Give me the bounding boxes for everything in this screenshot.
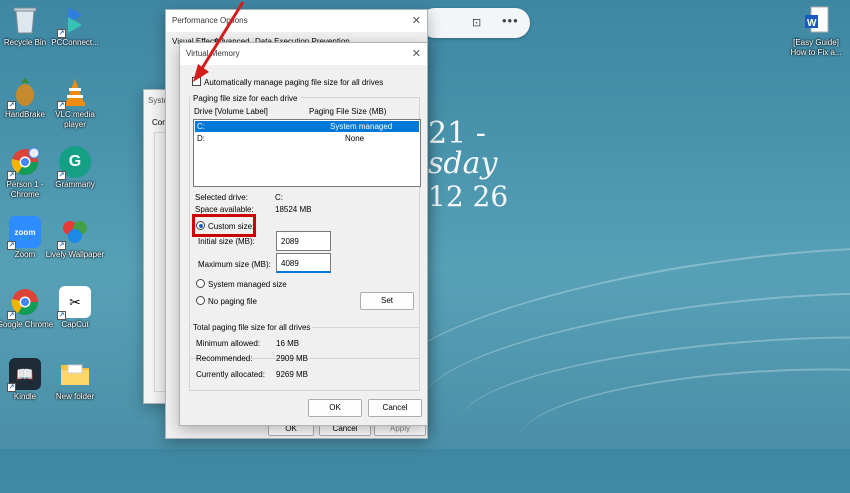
shortcut-arrow-icon: ↗ xyxy=(7,171,16,180)
screenshot-icon[interactable]: ⊡ xyxy=(472,16,481,29)
shortcut-arrow-icon: ↗ xyxy=(7,311,16,320)
selected-drive-value: C: xyxy=(275,193,283,202)
list-header-drive: Drive [Volume Label] xyxy=(194,107,268,116)
paging-file-group-title: Paging file size for each drive xyxy=(191,94,300,103)
close-icon[interactable]: ✕ xyxy=(412,43,421,65)
chrome-icon: ↗ xyxy=(7,286,41,320)
no-paging-label: No paging file xyxy=(208,297,257,306)
handbrake-icon: ↗ xyxy=(7,76,41,110)
drive-cell: D: xyxy=(197,134,205,143)
min-allowed-value: 16 MB xyxy=(276,339,300,348)
custom-size-label: Custom size: xyxy=(208,222,255,231)
maximum-size-label: Maximum size (MB): xyxy=(198,260,271,269)
chrome-profile-icon: ↗ xyxy=(7,146,41,180)
selected-drive-label: Selected drive: xyxy=(195,193,248,202)
desktop-icon-label: PCConnect... xyxy=(51,38,99,47)
recommended-label: Recommended: xyxy=(196,354,253,363)
grammarly-icon: G ↗ xyxy=(57,146,91,180)
size-cell: System managed xyxy=(330,122,393,131)
clock-line-2: sday xyxy=(428,146,498,181)
drive-cell: C: xyxy=(197,122,205,131)
desktop-icon-grammarly[interactable]: G ↗ Grammarly xyxy=(45,146,105,190)
clock-line-3: 12 26 xyxy=(428,180,509,213)
ok-button[interactable]: OK xyxy=(308,399,362,417)
desktop-icon-lively-wallpaper[interactable]: ↗ Lively Wallpaper xyxy=(45,216,105,260)
shortcut-arrow-icon: ↗ xyxy=(57,311,66,320)
close-icon[interactable]: ✕ xyxy=(412,10,421,32)
desktop-icon-label: Grammarly xyxy=(55,180,95,189)
cancel-button[interactable]: Cancel xyxy=(368,399,422,417)
shortcut-arrow-icon: ↗ xyxy=(57,171,66,180)
system-managed-label: System managed size xyxy=(208,280,287,289)
drive-list[interactable]: C: System managed D: None xyxy=(193,119,421,187)
lively-wallpaper-icon: ↗ xyxy=(57,216,91,250)
recycle-bin-icon xyxy=(9,4,41,36)
no-paging-radio[interactable] xyxy=(196,296,205,305)
system-managed-radio[interactable] xyxy=(196,279,205,288)
shortcut-arrow-icon: ↗ xyxy=(7,241,16,250)
capcut-icon: ✂ ↗ xyxy=(57,286,91,320)
more-options-icon[interactable]: ••• xyxy=(502,13,519,28)
currently-allocated-value: 9269 MB xyxy=(276,370,309,379)
desktop-icon-label: VLC media player xyxy=(55,110,95,129)
shortcut-arrow-icon: ↗ xyxy=(7,383,16,392)
maximum-size-input[interactable]: 4089 xyxy=(276,253,331,273)
virtual-memory-dialog[interactable]: Virtual Memory ✕ Automatically manage pa… xyxy=(179,42,428,426)
initial-size-input[interactable]: 2089 xyxy=(276,231,331,251)
kindle-icon: 📖 ↗ xyxy=(7,358,41,392)
shortcut-arrow-icon: ↗ xyxy=(7,101,16,110)
desktop-icon-pcconnect[interactable]: ↗ PCConnect... xyxy=(45,4,105,48)
recommended-value: 2909 MB xyxy=(276,354,309,363)
desktop-icon-label: New folder xyxy=(55,392,95,401)
desktop-icon-capcut[interactable]: ✂ ↗ CapCut xyxy=(45,286,105,330)
desktop-icon-label: Lively Wallpaper xyxy=(45,250,105,259)
shortcut-arrow-icon: ↗ xyxy=(57,241,66,250)
desktop-icon-new-folder[interactable]: New folder xyxy=(45,358,105,402)
desktop-icon-label: CapCut xyxy=(61,320,89,329)
desktop-icon-label: [Easy Guide] How to Fix a... xyxy=(790,38,842,57)
vlc-cone-icon: ↗ xyxy=(57,76,91,110)
space-available-label: Space available: xyxy=(195,205,254,214)
min-allowed-label: Minimum allowed: xyxy=(196,339,261,348)
folder-icon xyxy=(59,358,91,390)
word-document-icon: W xyxy=(800,4,832,36)
pcconnect-icon: ↗ xyxy=(57,4,91,38)
widget-toolbar[interactable]: ⊡ ••• xyxy=(420,8,530,38)
size-cell: None xyxy=(345,134,365,143)
set-button[interactable]: Set xyxy=(360,292,414,310)
currently-allocated-label: Currently allocated: xyxy=(196,370,265,379)
shortcut-arrow-icon: ↗ xyxy=(57,101,66,110)
initial-size-label: Initial size (MB): xyxy=(198,237,255,246)
desktop-icon-word-doc[interactable]: W [Easy Guide] How to Fix a... xyxy=(786,4,846,58)
shortcut-arrow-icon: ↗ xyxy=(57,29,66,38)
custom-size-radio[interactable] xyxy=(196,221,205,230)
list-header-size: Paging File Size (MB) xyxy=(309,107,387,116)
svg-text:W: W xyxy=(807,18,817,29)
annotation-arrow xyxy=(193,1,245,82)
desktop-icon-vlc[interactable]: ↗ VLC media player xyxy=(45,76,105,130)
zoom-icon: zoom ↗ xyxy=(7,216,41,250)
total-paging-group-title: Total paging file size for all drives xyxy=(191,323,313,332)
table-row[interactable]: C: System managed xyxy=(195,121,419,132)
space-available-value: 18524 MB xyxy=(275,205,312,214)
table-row[interactable]: D: None xyxy=(195,133,419,144)
